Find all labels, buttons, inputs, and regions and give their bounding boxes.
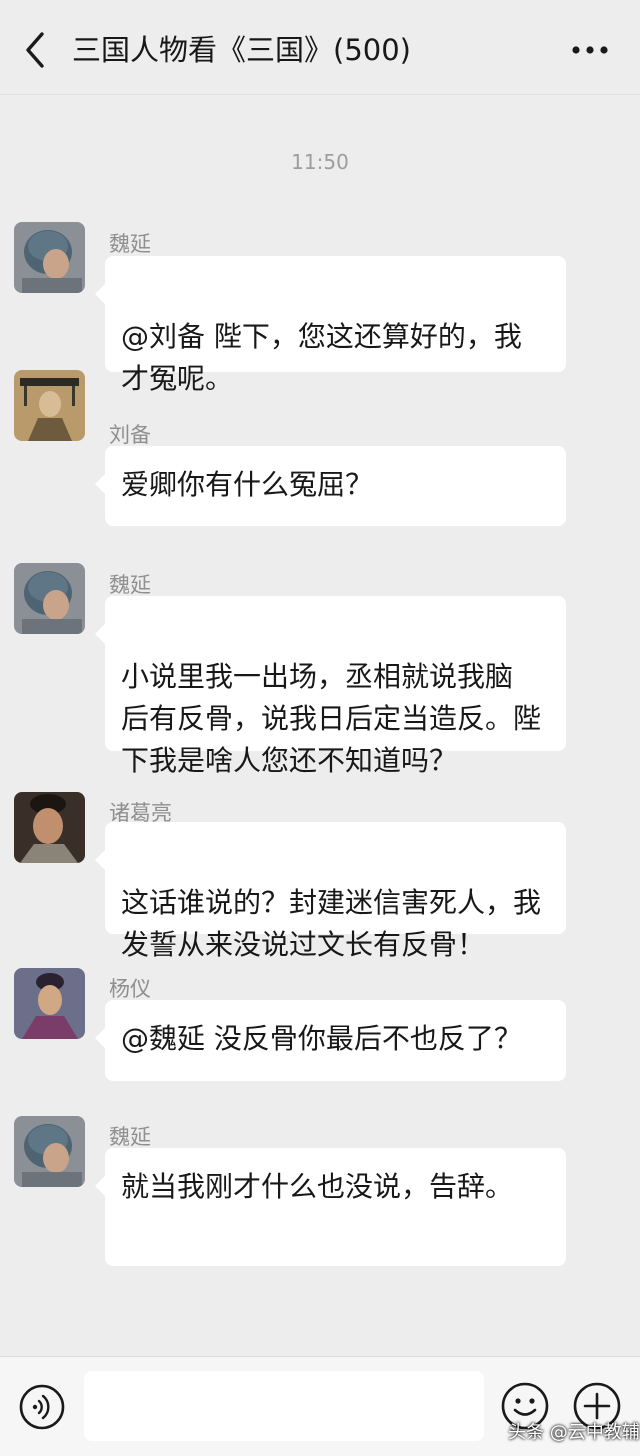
chevron-left-icon[interactable] — [18, 28, 54, 72]
watermark: 头条 @云中教辅 — [508, 1422, 640, 1443]
message-bubble[interactable]: 小说里我一出场，丞相就说我脑 后有反骨，说我日后定当造反。陛 下我是啥人您还不知道吗… — [95, 596, 566, 777]
avatar[interactable] — [14, 792, 85, 863]
message-bubble[interactable]: 这话谁说的？封建迷信害死人，我 发誓从来没说过文长有反骨！ — [95, 822, 566, 961]
message-text: 爱卿你有什么冤屈？ — [121, 468, 374, 501]
timestamp: 11:50 — [291, 150, 349, 174]
avatar[interactable] — [14, 222, 85, 293]
chat-title: 三国人物看《三国》(500) — [72, 33, 411, 67]
message-text: 小说里我一出场，丞相就说我脑 后有反骨，说我日后定当造反。陛 下我是啥人您还不知道吗… — [121, 660, 542, 777]
sender-name: 刘备 — [109, 423, 151, 447]
message-bubble[interactable]: @刘备 陛下，您这还算好的，我 才冤呢。 — [95, 256, 566, 395]
message-bubble[interactable]: 爱卿你有什么冤屈？ — [95, 446, 566, 526]
avatar[interactable] — [14, 370, 85, 441]
message-bubble[interactable]: @魏延 没反骨你最后不也反了？ — [95, 1000, 566, 1081]
avatar[interactable] — [14, 968, 85, 1039]
chat-header: 三国人物看《三国》(500) — [0, 0, 640, 95]
message-text: 就当我刚才什么也没说，告辞。 — [121, 1170, 514, 1203]
message-text: @魏延 没反骨你最后不也反了？ — [121, 1022, 522, 1055]
sender-name: 杨仪 — [109, 977, 151, 1001]
message-bubble[interactable]: 就当我刚才什么也没说，告辞。 — [95, 1148, 566, 1266]
avatar[interactable] — [14, 563, 85, 634]
avatar[interactable] — [14, 1116, 85, 1187]
message-text: @刘备 陛下，您这还算好的，我 才冤呢。 — [121, 320, 522, 395]
message-text: 这话谁说的？封建迷信害死人，我 发誓从来没说过文长有反骨！ — [121, 886, 542, 961]
sender-name: 魏延 — [109, 232, 151, 256]
message-input[interactable] — [84, 1371, 484, 1441]
sender-name: 魏延 — [109, 573, 151, 597]
sender-name: 魏延 — [109, 1125, 151, 1149]
voice-icon[interactable] — [18, 1383, 66, 1431]
ellipsis-icon[interactable] — [566, 30, 614, 70]
